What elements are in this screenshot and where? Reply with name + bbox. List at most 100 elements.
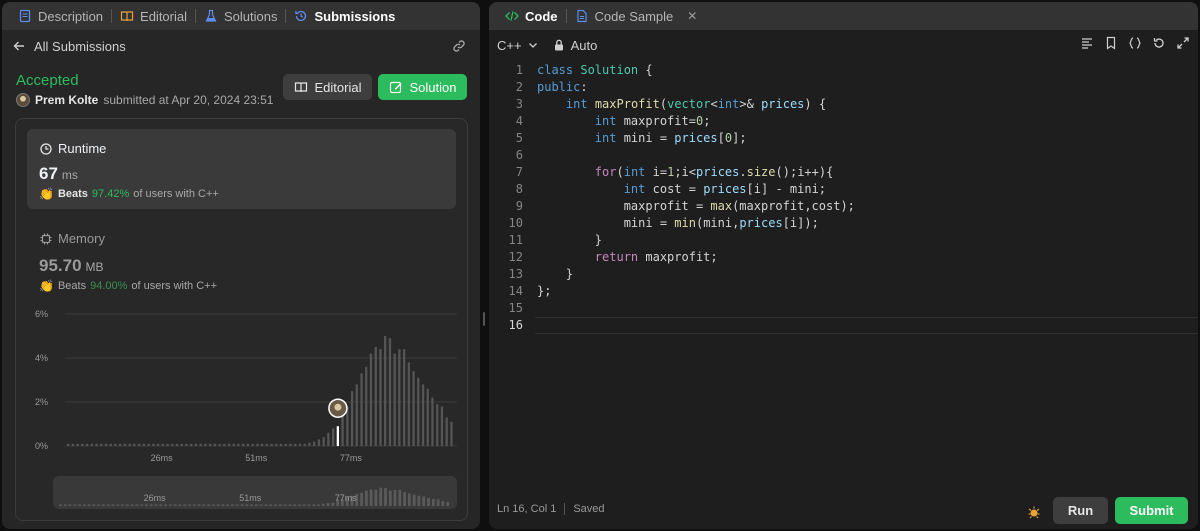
bar[interactable] [209,443,212,446]
bar[interactable] [218,443,221,446]
bar[interactable] [104,443,108,446]
bar[interactable] [317,439,321,446]
bar[interactable] [436,404,439,446]
bar[interactable] [142,443,145,446]
bar[interactable] [185,443,188,446]
bar[interactable] [76,443,79,446]
bar[interactable] [313,441,316,446]
bar[interactable] [166,443,169,446]
bar[interactable] [67,443,70,446]
braces-icon[interactable] [1128,36,1142,50]
memory-section[interactable]: Memory 95.70 MB 👏 Beats 94.00% of users w… [27,219,456,299]
bar[interactable] [242,443,245,446]
bar[interactable] [175,443,179,446]
bar[interactable] [426,388,429,446]
bar[interactable] [298,443,302,446]
bar[interactable] [417,377,420,446]
bar[interactable] [289,443,292,446]
bar[interactable] [119,443,122,446]
bar[interactable] [403,349,406,446]
reset-icon[interactable] [1152,36,1166,50]
bar[interactable] [246,443,250,446]
solution-button[interactable]: Solution [378,74,467,100]
bar[interactable] [232,443,235,446]
bar[interactable] [138,443,141,446]
run-button[interactable]: Run [1053,497,1108,524]
bar[interactable] [133,443,136,446]
username[interactable]: Prem Kolte [35,93,98,107]
bar[interactable] [71,443,74,446]
bar[interactable] [379,349,382,446]
bar[interactable] [199,443,202,446]
bar[interactable] [421,384,425,446]
bar[interactable] [171,443,174,446]
back-link[interactable]: All Submissions [12,39,126,54]
bar[interactable] [180,443,183,446]
bar[interactable] [100,443,103,446]
bar[interactable] [374,347,377,446]
bar[interactable] [261,443,264,446]
bar[interactable] [109,443,112,446]
bar[interactable] [308,442,311,446]
tab-submissions[interactable]: Submissions [288,2,401,30]
bar[interactable] [445,417,448,446]
bar[interactable] [384,336,387,446]
bar[interactable] [332,428,335,446]
bar[interactable] [279,443,283,446]
bar[interactable] [322,437,325,446]
avatar[interactable] [16,93,30,107]
tab-solutions[interactable]: Solutions [198,2,283,30]
link-icon[interactable] [452,39,466,53]
editorial-button[interactable]: Editorial [283,74,372,100]
bar[interactable] [194,443,198,446]
bar[interactable] [393,353,396,446]
runtime-card[interactable]: Runtime 67 ms 👏 Beats 97.42% of users wit… [27,129,456,209]
bar[interactable] [327,432,330,446]
bar[interactable] [114,443,117,446]
bar[interactable] [213,443,216,446]
bar[interactable] [223,443,226,446]
bar[interactable] [431,397,434,446]
tab-editorial[interactable]: Editorial [114,2,193,30]
bar[interactable] [275,443,278,446]
tab-description[interactable]: Description [12,2,109,30]
bar[interactable] [147,443,150,446]
bookmark-icon[interactable] [1104,36,1118,50]
bar[interactable] [256,443,259,446]
bar[interactable] [85,443,89,446]
bar[interactable] [412,371,415,446]
bar[interactable] [360,373,363,446]
bar[interactable] [161,443,164,446]
bar[interactable] [440,406,444,446]
bar[interactable] [95,443,98,446]
debug-icon[interactable] [1027,505,1041,519]
bar[interactable] [294,443,297,446]
code-editor[interactable]: 1 class Solution { 2 public: 3 int maxProf… [489,62,1198,487]
bar[interactable] [128,443,131,446]
chart-range-slider[interactable]: 26ms 51ms 77ms [53,476,457,509]
bar[interactable] [237,443,240,446]
close-icon[interactable]: ✕ [687,9,697,23]
bar[interactable] [365,366,368,446]
tab-code-sample[interactable]: Code Sample ✕ [569,2,704,30]
bar[interactable] [204,443,207,446]
bar[interactable] [450,421,453,446]
bar[interactable] [303,443,306,446]
bar[interactable] [355,384,358,446]
bar[interactable] [284,443,287,446]
language-select[interactable]: C++ [497,38,540,53]
bar[interactable] [251,443,254,446]
panel-resize-handle[interactable] [481,312,487,326]
bar-highlight[interactable] [336,426,339,446]
bar[interactable] [90,443,93,446]
bar[interactable] [369,353,373,446]
bar[interactable] [388,338,392,446]
submit-button[interactable]: Submit [1115,497,1188,524]
bar[interactable] [265,443,268,446]
expand-icon[interactable] [1176,36,1190,50]
bar[interactable] [350,391,354,446]
bar[interactable] [398,349,401,446]
bar[interactable] [156,443,160,446]
bar[interactable] [227,443,231,446]
format-icon[interactable] [1080,36,1094,50]
